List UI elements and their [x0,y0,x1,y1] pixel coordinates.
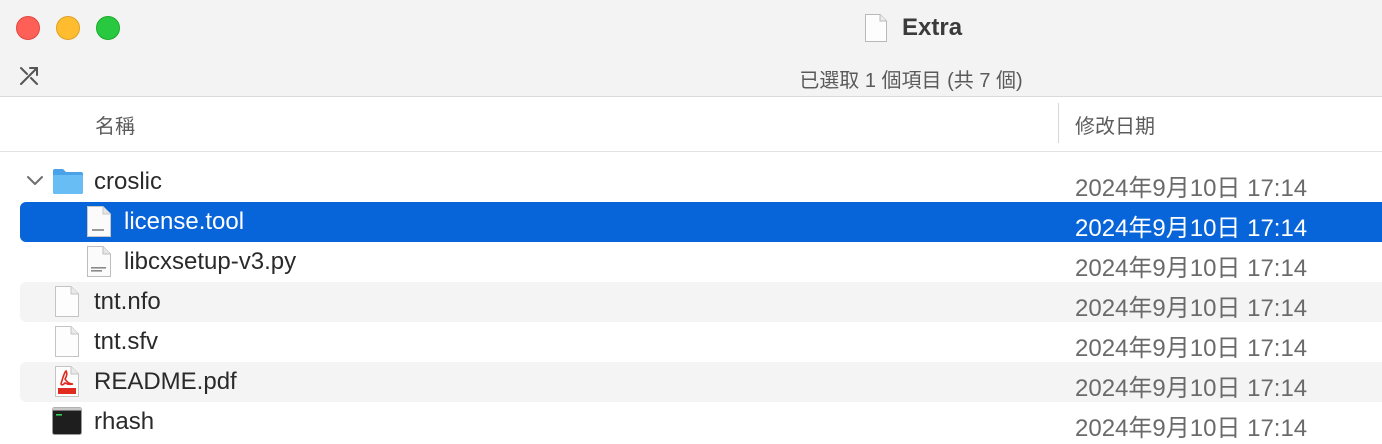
file-name: tnt.sfv [94,328,159,355]
close-button[interactable] [16,16,40,40]
terminal-executable-icon [52,407,82,435]
file-date: 2024年9月10日 17:14 [1075,295,1308,322]
status-bar: 已選取 1 個項目 (共 7 個) [0,56,1382,97]
file-name: license.tool [124,208,245,235]
file-date: 2024年9月10日 17:14 [1075,335,1308,362]
file-name: README.pdf [94,368,237,395]
list-item-croslic[interactable]: croslic 2024年9月10日 17:14 [20,162,1382,202]
file-name: rhash [94,408,155,435]
chevron-down-icon[interactable] [26,174,44,188]
selection-status: 已選取 1 個項目 (共 7 個) [799,70,1023,92]
file-date: 2024年9月10日 17:14 [1075,215,1308,242]
tool-file-icon [87,206,111,237]
document-icon [55,326,79,357]
title-bar: Extra [0,0,1382,56]
file-name: croslic [94,168,163,195]
column-name-header[interactable]: 名稱 [95,110,135,139]
list-item-tnt-nfo[interactable]: tnt.nfo 2024年9月10日 17:14 [20,282,1382,322]
column-header: 名稱 修改日期 [0,97,1382,152]
finder-window: Extra 已選取 1 個項目 (共 7 個) 名稱 修改日期 croslic … [0,0,1382,444]
window-title: Extra [864,12,962,44]
folder-icon [53,169,83,194]
file-name: tnt.nfo [94,288,161,315]
file-date: 2024年9月10日 17:14 [1075,175,1308,202]
file-date: 2024年9月10日 17:14 [1075,415,1308,442]
list-item-rhash[interactable]: rhash 2024年9月10日 17:14 [20,402,1382,442]
list-item-readme-pdf[interactable]: README.pdf 2024年9月10日 17:14 [20,362,1382,402]
list-item-license-tool[interactable]: license.tool 2024年9月10日 17:14 [20,202,1382,242]
python-file-icon [87,246,111,277]
zoom-button[interactable] [96,16,120,40]
column-divider[interactable] [1058,103,1059,143]
file-date: 2024年9月10日 17:14 [1075,255,1308,282]
document-icon [55,286,79,317]
column-date-header[interactable]: 修改日期 [1075,110,1155,139]
minimize-button[interactable] [56,16,80,40]
window-title-text: Extra [902,14,963,41]
list-item-tnt-sfv[interactable]: tnt.sfv 2024年9月10日 17:14 [20,322,1382,362]
file-name: libcxsetup-v3.py [124,248,297,275]
document-icon [865,14,887,42]
file-date: 2024年9月10日 17:14 [1075,375,1308,402]
list-item-libcxsetup[interactable]: libcxsetup-v3.py 2024年9月10日 17:14 [20,242,1382,282]
pdf-icon [55,366,79,397]
